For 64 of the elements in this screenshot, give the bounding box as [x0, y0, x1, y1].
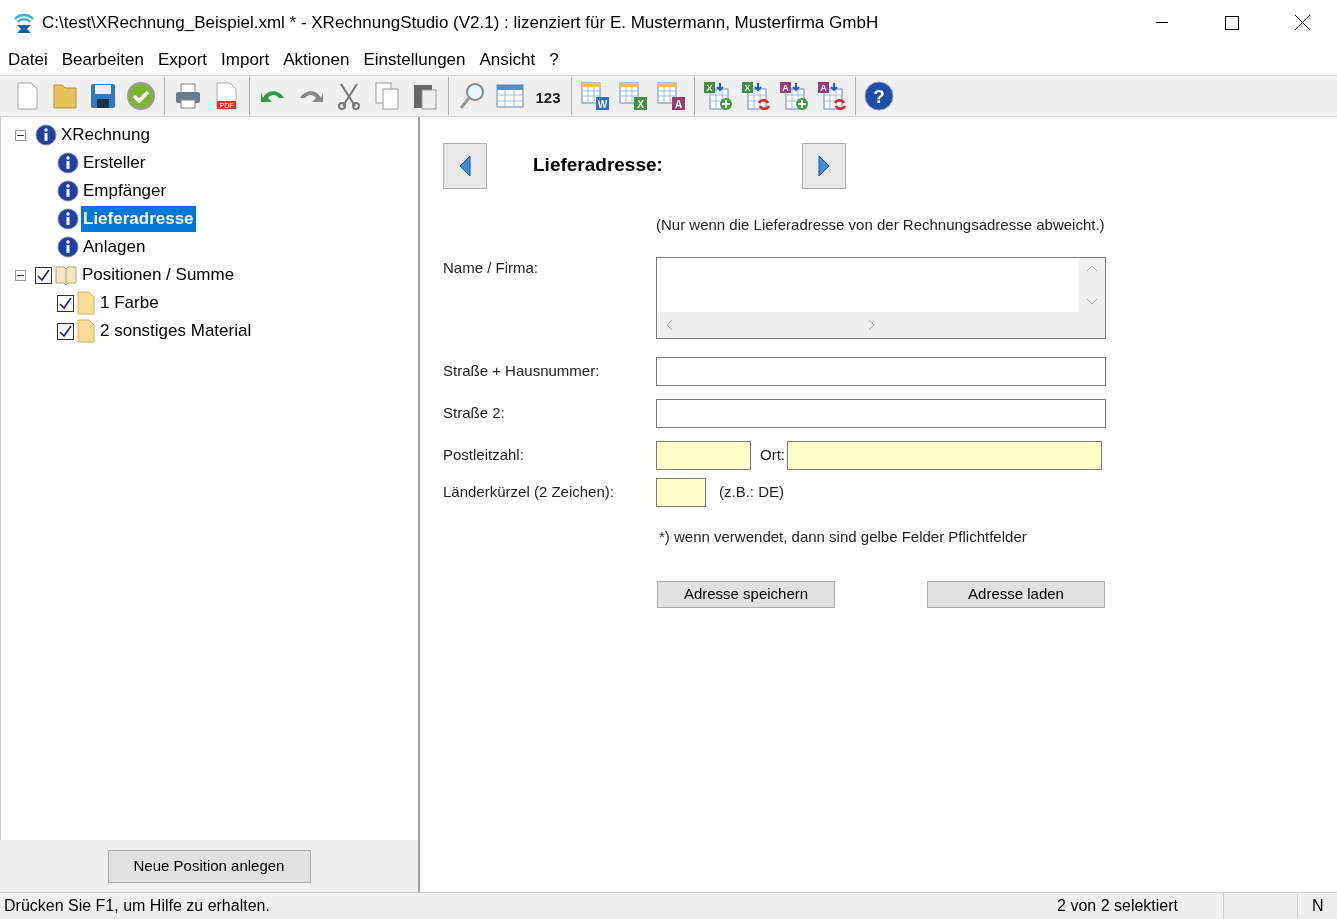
menu-item[interactable]: Aktionen — [283, 47, 350, 73]
collapse-toggle[interactable] — [15, 129, 26, 141]
checkbox[interactable] — [57, 294, 74, 312]
status-message: Drücken Sie F1, um Hilfe zu erhalten. — [3, 896, 271, 916]
next-button[interactable] — [802, 142, 846, 189]
country-code-field[interactable] — [656, 478, 706, 507]
info-icon — [57, 180, 79, 202]
menu-item[interactable]: Bearbeiten — [61, 47, 144, 73]
text-field[interactable] — [656, 399, 1106, 428]
text-field[interactable] — [656, 357, 1106, 386]
field-hint: (z.B.: DE) — [719, 482, 784, 503]
info-icon — [57, 208, 79, 230]
open-book-icon — [54, 264, 78, 286]
address-button[interactable]: Adresse speichern — [657, 581, 835, 608]
scroll-left-icon[interactable] — [665, 319, 673, 331]
field-label: Postleitzahl: — [443, 445, 525, 466]
menu-item[interactable]: ? — [549, 47, 559, 73]
checkbox[interactable] — [57, 322, 74, 340]
address-button[interactable]: Adresse laden — [927, 581, 1105, 608]
tree-item[interactable]: 1 Farbe — [98, 290, 161, 316]
tree-item[interactable]: Ersteller — [81, 150, 148, 176]
new-position-button[interactable]: Neue Position anlegen — [107, 849, 311, 883]
tree-item[interactable]: 2 sonstiges Material — [98, 318, 254, 344]
document-icon — [76, 291, 96, 315]
hint-text: (Nur wenn die Lieferadresse von der Rechnungsadresse abweicht.) — [656, 216, 1105, 233]
menu-item[interactable]: Export — [157, 47, 208, 73]
document-icon — [76, 319, 96, 343]
tree-item[interactable]: Anlagen — [81, 234, 148, 260]
minimize-icon — [1156, 21, 1168, 24]
scroll-right-icon[interactable] — [868, 319, 876, 331]
menu-item[interactable]: Ansicht — [479, 47, 536, 73]
tree-item[interactable]: Lieferadresse — [81, 206, 196, 232]
menu-item[interactable]: Einstellungen — [363, 47, 466, 73]
window-title: C:\test\XRechnung_Beispiel.xml * - XRechnungStudio (V2.1) : lizenziert für E. Mustermann, Musterfirma GmbH — [42, 11, 879, 34]
field-label: Länderkürzel (2 Zeichen): — [443, 482, 615, 503]
tree-item[interactable]: Positionen / Summe — [80, 262, 237, 288]
city-field[interactable] — [787, 441, 1102, 470]
right-triangle-icon — [817, 153, 831, 178]
footnote-text: *) wenn verwendet, dann sind gelbe Felder Pflichtfelder — [659, 528, 1027, 545]
previous-button[interactable] — [443, 142, 487, 189]
text-area[interactable] — [656, 257, 1106, 339]
field-label: Ort: — [760, 445, 785, 466]
tree-item[interactable]: Empfänger — [81, 178, 169, 204]
info-icon — [57, 236, 79, 258]
menu-item[interactable]: Datei — [8, 47, 48, 73]
field-label: Name / Firma: — [443, 258, 539, 278]
menu-item[interactable]: Import — [221, 47, 270, 73]
maximize-icon — [1225, 15, 1239, 30]
info-icon — [57, 152, 79, 174]
field-label: Straße + Hausnummer: — [443, 361, 601, 382]
scroll-up-icon[interactable] — [1086, 264, 1098, 272]
section-heading: Lieferadresse: — [532, 153, 664, 178]
field-label: Straße 2: — [443, 403, 506, 424]
info-icon — [35, 124, 57, 146]
scroll-down-icon[interactable] — [1086, 298, 1098, 306]
left-triangle-icon — [458, 153, 472, 178]
checkbox[interactable] — [35, 266, 52, 284]
checkmark-icon — [125, 80, 157, 112]
collapse-toggle[interactable] — [15, 269, 26, 281]
tree-item[interactable]: XRechnung — [59, 122, 152, 148]
postal-code-field[interactable] — [656, 441, 751, 470]
keyboard-indicator: N — [1297, 894, 1337, 918]
close-icon — [1294, 15, 1310, 30]
selection-count: 2 von 2 selektiert — [1057, 896, 1179, 916]
